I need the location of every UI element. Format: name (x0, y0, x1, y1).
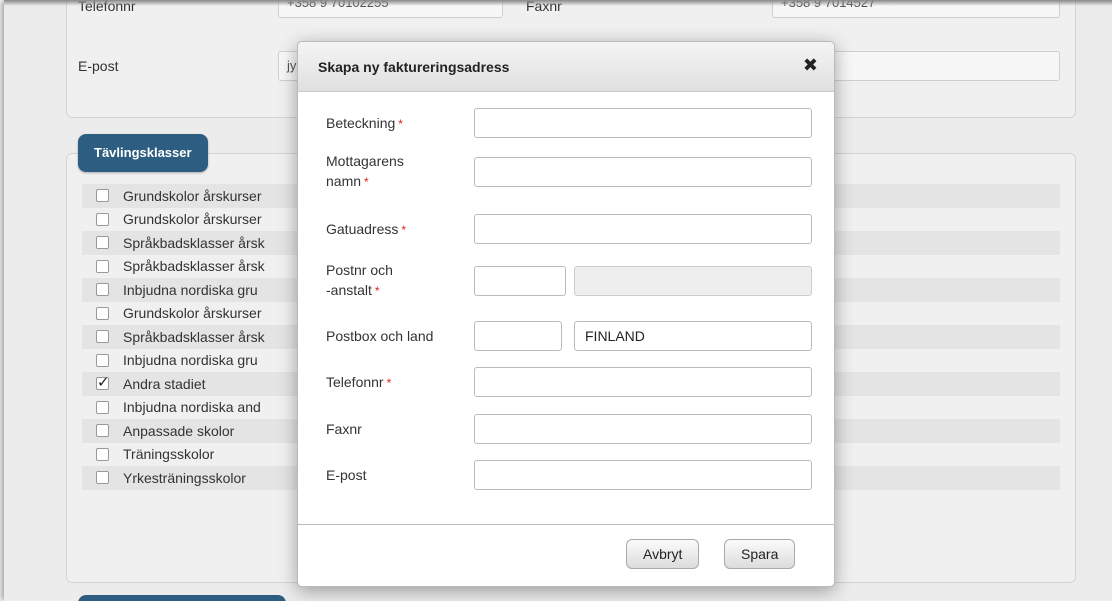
dialog-header: Skapa ny faktureringsadress ✖ (298, 42, 834, 92)
checkbox[interactable] (96, 424, 109, 438)
billing-address-dialog: Skapa ny faktureringsadress ✖ Beteckning… (297, 41, 835, 587)
email-label: E-post (78, 58, 119, 74)
fax-dialog-label: Faxnr (326, 421, 362, 437)
checkbox-checked[interactable] (96, 373, 110, 391)
window-shadow (4, 0, 1112, 6)
field-row-fax: Faxnr (326, 414, 812, 444)
class-item-label: Inbjudna nordiska and (123, 399, 261, 416)
class-item-label: Språkbadsklasser årsk (123, 234, 265, 251)
dialog-footer-divider (298, 524, 834, 525)
gatuadress-label: Gatuadress (326, 220, 399, 237)
required-marker: * (386, 375, 392, 390)
country-input[interactable] (574, 321, 812, 351)
telefon-dialog-label: Telefonnr (326, 373, 384, 390)
email-input-2[interactable] (830, 51, 1060, 81)
class-item-label: Språkbadsklasser årsk (123, 328, 265, 345)
class-item-label: Andra stadiet (123, 375, 206, 392)
mottagare-input[interactable] (474, 156, 812, 187)
email-dialog-label: E-post (326, 467, 367, 483)
class-item-label: Grundskolor årskurser (123, 211, 262, 228)
checkbox[interactable] (96, 471, 109, 485)
beteckning-label: Beteckning (326, 114, 396, 131)
field-row-mottagare: Mottagarens namn * (326, 151, 812, 192)
postbox-label: Postbox och land (326, 328, 434, 344)
next-section-tab (78, 595, 286, 601)
field-row-email: E-post (326, 460, 812, 490)
field-row-gatuadress: Gatuadress * (326, 214, 812, 244)
required-marker: * (364, 175, 369, 189)
postnr-input[interactable] (474, 265, 566, 296)
checkbox[interactable] (96, 283, 109, 297)
checkbox[interactable] (96, 306, 109, 320)
class-item-label: Inbjudna nordiska gru (123, 352, 258, 369)
fax-dialog-input[interactable] (474, 414, 812, 444)
required-marker: * (398, 116, 403, 131)
email-dialog-input[interactable] (474, 460, 812, 490)
class-item-label: Språkbadsklasser årsk (123, 258, 265, 275)
dialog-title: Skapa ny faktureringsadress (318, 59, 510, 75)
checkbox[interactable] (96, 259, 109, 273)
checkbox[interactable] (96, 447, 109, 461)
telefon-dialog-input[interactable] (474, 367, 812, 397)
postnr-label-line2: -anstalt (326, 282, 372, 298)
save-button[interactable]: Spara (724, 539, 796, 569)
close-icon[interactable]: ✖ (803, 55, 818, 76)
section-tab-tavlingsklasser: Tävlingsklasser (78, 134, 208, 172)
browser-window: Telefonnr +358 9 70102255 Faxnr +358 9 7… (4, 0, 1112, 601)
class-item-label: Grundskolor årskurser (123, 305, 262, 322)
field-row-postbox: Postbox och land (326, 321, 812, 351)
checkbox[interactable] (96, 353, 109, 367)
mottagare-label-line1: Mottagarens (326, 153, 404, 169)
class-item-label: Yrkesträningsskolor (123, 469, 246, 486)
checkbox[interactable] (96, 330, 109, 344)
field-row-postnr: Postnr och -anstalt * (326, 260, 812, 301)
checkbox[interactable] (96, 236, 109, 250)
field-row-beteckning: Beteckning * (326, 108, 812, 138)
checkbox[interactable] (96, 212, 109, 226)
postnr-label-line1: Postnr och (326, 262, 393, 278)
checkbox[interactable] (96, 189, 109, 203)
class-item-label: Anpassade skolor (123, 422, 235, 439)
required-marker: * (401, 222, 407, 237)
beteckning-input[interactable] (474, 108, 812, 138)
checkbox[interactable] (96, 400, 109, 414)
gatuadress-input[interactable] (474, 214, 812, 244)
class-item-label: Grundskolor årskurser (123, 187, 262, 204)
class-item-label: Inbjudna nordiska gru (123, 281, 258, 298)
postbox-input[interactable] (474, 321, 562, 351)
mottagare-label-line2: namn (326, 173, 362, 189)
required-marker: * (374, 284, 380, 298)
field-row-telefon: Telefonnr * (326, 367, 812, 397)
cancel-button[interactable]: Avbryt (626, 539, 700, 569)
class-item-label: Träningsskolor (123, 446, 215, 463)
postanstalt-input (574, 265, 812, 296)
